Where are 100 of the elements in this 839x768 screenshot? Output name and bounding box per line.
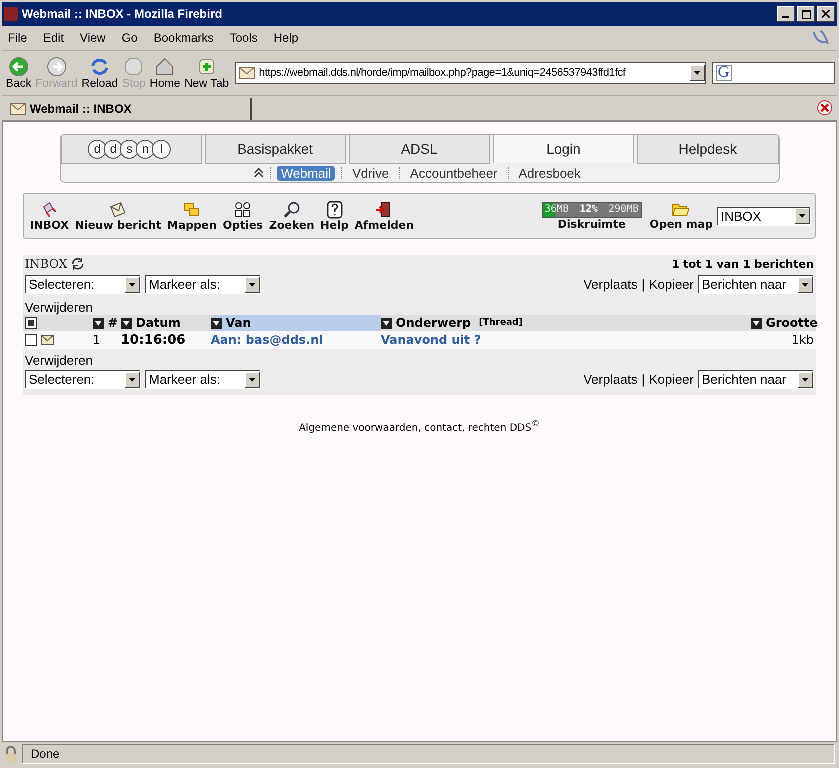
menu-item[interactable]: File [8, 31, 28, 45]
menu-item[interactable]: Bookmarks [154, 31, 214, 45]
sort-arrow-icon [211, 318, 222, 328]
caret-icon [802, 282, 809, 286]
site-tab[interactable]: Helpdesk [637, 135, 779, 164]
mark-as-dropdown[interactable]: Markeer als: [145, 275, 261, 294]
separator: | [642, 372, 646, 387]
maximize-button[interactable] [797, 6, 815, 22]
envelope-icon [10, 103, 26, 115]
folder-select[interactable]: INBOX [717, 206, 811, 226]
copy-link[interactable]: Kopieer [649, 372, 694, 387]
target-folder-dropdown[interactable]: Berichten naar [698, 370, 814, 389]
toolbar-button[interactable]: Back [4, 56, 34, 90]
site-tab[interactable]: ADSL [348, 135, 490, 164]
app-icon [4, 7, 18, 21]
collapse-icon[interactable] [254, 168, 264, 178]
caret-icon [249, 378, 256, 382]
message-checkbox[interactable] [25, 334, 37, 346]
sort-arrow-icon [381, 318, 392, 328]
site-tab[interactable]: Login [493, 135, 634, 163]
status-text: Done [22, 744, 835, 764]
folder-title: INBOX [25, 257, 68, 271]
menu-item[interactable]: Edit [43, 31, 64, 45]
menu-item[interactable]: View [80, 31, 106, 45]
folder-icon [672, 202, 690, 218]
caret-icon[interactable] [694, 71, 701, 75]
menu-item[interactable]: Go [122, 31, 138, 45]
subject-link[interactable]: Vanavond uit ? [381, 333, 751, 347]
delete-link[interactable]: Verwijderen [23, 349, 95, 368]
toolbar-button[interactable]: Opties [220, 200, 266, 232]
sender-link[interactable]: Aan: bas@dds.nl [211, 333, 381, 347]
menu-item[interactable]: Tools [230, 31, 258, 45]
help-icon [326, 200, 344, 218]
caret-icon [802, 378, 809, 382]
caret-icon [129, 282, 136, 286]
envelope-icon [41, 335, 54, 345]
site-tab[interactable]: Basispakket [204, 135, 346, 164]
toolbar-button[interactable]: Mappen [166, 200, 219, 232]
exit-door-icon [375, 200, 394, 218]
options-icon [234, 200, 252, 218]
close-icon [822, 10, 830, 18]
total-amount: 290MB [608, 204, 639, 215]
minimize-button[interactable] [777, 6, 795, 22]
home-icon [154, 56, 176, 78]
folders-icon [183, 200, 202, 218]
maximize-icon [802, 10, 810, 18]
close-button[interactable] [817, 6, 835, 22]
search-icon [282, 200, 301, 218]
subnav-link[interactable]: Webmail [277, 166, 336, 180]
sort-arrow-icon [751, 318, 762, 328]
stop-icon [123, 56, 146, 78]
refresh-icon[interactable] [71, 257, 86, 271]
mark-as-dropdown[interactable]: Markeer als: [145, 370, 261, 389]
toolbar-button[interactable]: Afmelden [352, 200, 416, 232]
envelope-icon [239, 67, 256, 79]
separator: | [642, 277, 646, 292]
column-header[interactable]: Van [211, 315, 381, 331]
subnav-link[interactable]: Vdrive [348, 166, 394, 180]
column-header[interactable]: Datum [121, 315, 211, 331]
toolbar-button[interactable]: INBOX [28, 200, 72, 232]
table-cell-text: 1 [93, 333, 102, 347]
disk-usage-label: Diskruimte [558, 218, 626, 230]
column-header[interactable]: Grootte [751, 315, 818, 331]
letter-icon [109, 200, 128, 218]
site-logo[interactable]: d d s n l [60, 135, 202, 164]
close-tab-icon[interactable] [817, 100, 833, 116]
window-title: Webmail :: INBOX - Mozilla Firebird [22, 7, 224, 21]
address-field[interactable]: https://webmail.dds.nl/horde/imp/mailbox.php?page=1&uniq=2456537943ffd1fcf [235, 62, 706, 84]
toolbar-button[interactable]: Zoeken [267, 200, 317, 232]
column-header[interactable]: Onderwerp [Thread] [381, 315, 751, 331]
move-link[interactable]: Verplaats [584, 372, 638, 387]
toolbar-button[interactable]: Nieuw bericht [73, 200, 164, 232]
open-folder-button[interactable]: Open map [648, 202, 715, 230]
toolbar-button[interactable]: Help [318, 200, 351, 232]
caret-icon [799, 214, 806, 218]
subnav-link[interactable]: Accountbeheer [406, 166, 502, 180]
sort-arrow-icon [93, 318, 104, 328]
search-field[interactable]: G [712, 62, 835, 84]
caret-icon [249, 282, 256, 286]
menu-item[interactable]: Help [274, 31, 299, 45]
toolbar-button[interactable]: Home [148, 56, 183, 90]
message-count: 1 tot 1 van 1 berichten [672, 258, 814, 270]
toolbar-button[interactable]: Reload [80, 56, 120, 90]
copy-link[interactable]: Kopieer [649, 277, 694, 292]
toolbar-button[interactable]: New Tab [182, 56, 232, 90]
sort-arrow-icon [121, 318, 132, 328]
footer-text[interactable]: Algemene voorwaarden, contact, rechten DDS$^{©}$ [299, 419, 540, 434]
target-folder-dropdown[interactable]: Berichten naar [698, 275, 814, 294]
subnav-link[interactable]: Adresboek [514, 166, 585, 180]
table-cell-text: 10:16:06 [121, 332, 187, 348]
table-cell-text: 1kb [790, 333, 815, 347]
lock-icon [4, 746, 18, 762]
select-dropdown[interactable]: Selecteren: [25, 275, 141, 294]
usage-percent: 12% [580, 204, 598, 215]
move-link[interactable]: Verplaats [584, 277, 638, 292]
select-all-checkbox[interactable] [25, 317, 37, 329]
reload-icon [88, 56, 111, 78]
delete-link[interactable]: Verwijderen [23, 296, 95, 315]
select-dropdown[interactable]: Selecteren: [25, 370, 141, 389]
column-header[interactable]: # [93, 315, 121, 331]
